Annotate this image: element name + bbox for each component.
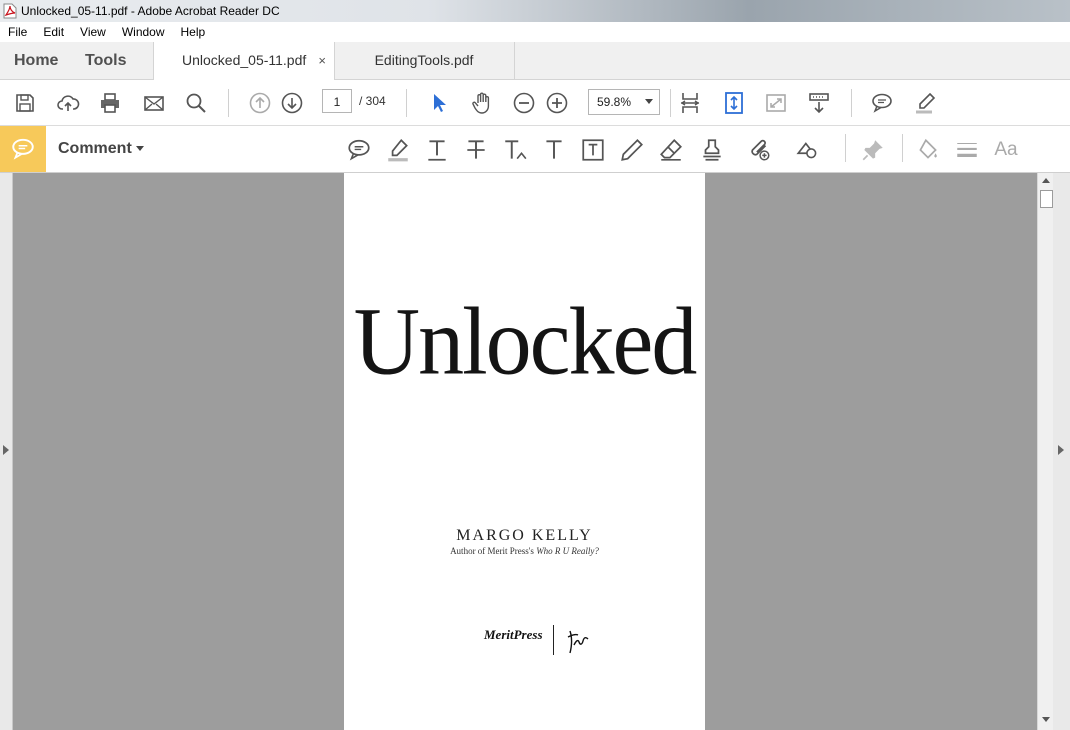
window-title: Unlocked_05-11.pdf - Adobe Acrobat Reade…: [21, 4, 280, 18]
comment-icon[interactable]: [869, 90, 895, 116]
print-icon[interactable]: [97, 90, 123, 116]
toolbar-separator: [228, 89, 229, 117]
page-number-input[interactable]: 1: [322, 89, 352, 113]
upload-icon[interactable]: [55, 90, 81, 116]
main-toolbar: [0, 80, 1070, 126]
sticky-note-icon[interactable]: [345, 136, 373, 164]
toolbar-separator: [845, 134, 846, 162]
menu-file[interactable]: File: [0, 25, 35, 39]
page-total: / 304: [359, 94, 386, 108]
underline-text-icon[interactable]: [423, 136, 451, 164]
author-note: Author of Merit Press's Who R U Really?: [344, 546, 705, 556]
attach-icon[interactable]: [745, 136, 773, 164]
publisher-divider: [553, 625, 554, 655]
menu-bar: File Edit View Window Help: [0, 22, 1070, 42]
menu-view[interactable]: View: [72, 25, 114, 39]
zoom-select[interactable]: 59.8%: [588, 89, 660, 115]
comment-badge-icon: [12, 138, 34, 160]
author-note-book: Who R U Really?: [536, 546, 599, 556]
zoom-out-icon[interactable]: [511, 90, 537, 116]
toolbar-separator: [902, 134, 903, 162]
author-note-prefix: Author of Merit Press's: [450, 546, 534, 556]
toolbar-separator: [670, 89, 671, 117]
comment-toolbar: Comment Aa: [0, 126, 1070, 173]
chevron-right-icon: [1058, 445, 1064, 455]
menu-help[interactable]: Help: [173, 25, 214, 39]
left-panel-toggle[interactable]: [0, 173, 13, 730]
pdf-page: Unlocked MARGO KELLY Author of Merit Pre…: [344, 173, 705, 730]
vertical-scrollbar[interactable]: [1037, 173, 1054, 730]
menu-edit[interactable]: Edit: [35, 25, 72, 39]
highlight-icon[interactable]: [384, 136, 412, 164]
zoom-value: 59.8%: [597, 95, 632, 109]
shapes-icon[interactable]: [794, 136, 822, 164]
tab-home[interactable]: Home: [14, 42, 58, 79]
tab-strip: Home Tools Unlocked_05-11.pdf × EditingT…: [0, 42, 1070, 80]
eraser-icon[interactable]: [657, 136, 685, 164]
chevron-down-icon: [135, 146, 144, 152]
line-weight-icon[interactable]: [953, 136, 981, 164]
right-panel-toggle[interactable]: [1053, 173, 1070, 730]
comment-menu-label: Comment: [58, 140, 132, 157]
tab-document-label: Unlocked_05-11.pdf: [182, 52, 307, 68]
highlight-pen-icon[interactable]: [912, 90, 938, 116]
scroll-up-icon[interactable]: [1042, 178, 1050, 183]
save-icon[interactable]: [12, 90, 38, 116]
chevron-right-icon: [3, 445, 9, 455]
fill-color-icon[interactable]: [914, 136, 942, 164]
scroll-down-icon[interactable]: [1042, 717, 1050, 722]
pencil-icon[interactable]: [618, 136, 646, 164]
search-icon[interactable]: [183, 90, 209, 116]
comment-tool-badge: [0, 126, 46, 172]
zoom-in-icon[interactable]: [544, 90, 570, 116]
tab-document-label: EditingTools.pdf: [374, 52, 474, 68]
chevron-down-icon: [645, 99, 653, 104]
menu-window[interactable]: Window: [114, 25, 173, 39]
fit-page-icon[interactable]: [677, 90, 703, 116]
rotate-view-icon[interactable]: [721, 90, 747, 116]
stamp-icon[interactable]: [698, 136, 726, 164]
font-icon[interactable]: Aa: [992, 136, 1020, 164]
select-cursor-icon[interactable]: [426, 90, 452, 116]
scroll-thumb[interactable]: [1040, 190, 1053, 208]
pdf-app-icon: [3, 3, 17, 19]
tab-tools[interactable]: Tools: [85, 42, 126, 79]
text-box-icon[interactable]: [579, 136, 607, 164]
toolbar-separator: [406, 89, 407, 117]
pin-icon[interactable]: [859, 136, 887, 164]
tab-document-active[interactable]: Unlocked_05-11.pdf ×: [153, 42, 335, 80]
tab-document-second[interactable]: EditingTools.pdf: [334, 42, 515, 79]
hand-icon[interactable]: [469, 90, 495, 116]
publisher-mark-icon: [567, 630, 589, 654]
publisher-logo: MeritPress: [484, 627, 543, 642]
toolbar-separator: [851, 89, 852, 117]
prev-page-icon[interactable]: [247, 90, 273, 116]
book-title: Unlocked: [353, 287, 698, 395]
fullscreen-icon[interactable]: [763, 90, 789, 116]
insert-text-icon[interactable]: [540, 136, 568, 164]
tab-close-icon[interactable]: ×: [318, 42, 326, 79]
replace-text-icon[interactable]: [501, 136, 529, 164]
email-icon[interactable]: [141, 90, 167, 116]
comment-menu[interactable]: Comment: [58, 140, 144, 158]
next-page-icon[interactable]: [279, 90, 305, 116]
strikethrough-icon[interactable]: [462, 136, 490, 164]
title-bar: Unlocked_05-11.pdf - Adobe Acrobat Reade…: [0, 0, 1070, 22]
read-mode-icon[interactable]: [806, 90, 832, 116]
author-name: MARGO KELLY: [456, 527, 593, 544]
